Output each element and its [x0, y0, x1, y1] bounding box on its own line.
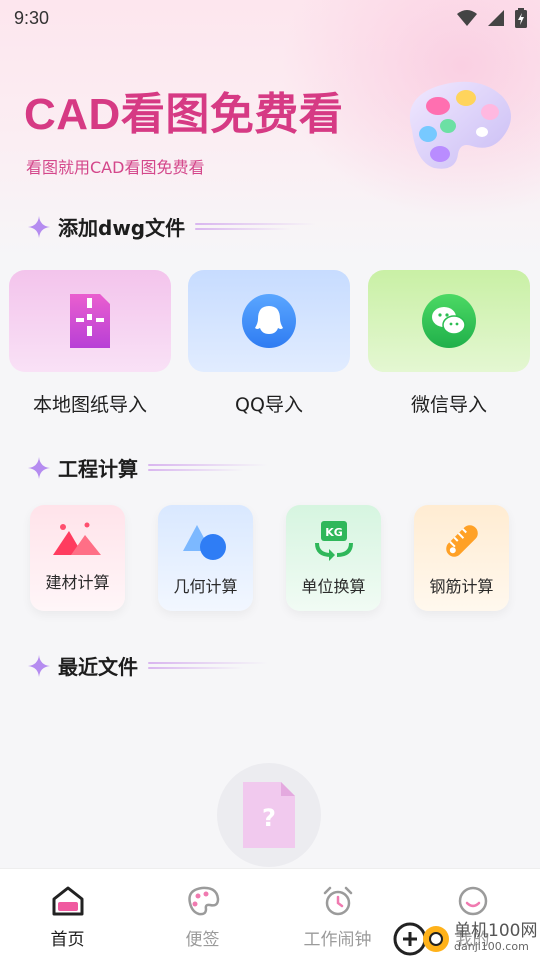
nav-alarm[interactable]: 工作闹钟 [270, 885, 405, 950]
geometry-icon [182, 525, 226, 560]
section-engineering: 工程计算 [28, 453, 268, 482]
alarm-clock-icon [323, 886, 352, 916]
app-title: CAD看图免费看 [24, 90, 344, 139]
nav-home-label: 首页 [50, 930, 85, 950]
nav-home[interactable]: 首页 [0, 885, 135, 950]
smiley-icon [458, 886, 487, 916]
calc-rebar-label: 钢筋计算 [429, 577, 494, 596]
empty-state: ? [217, 763, 321, 867]
wifi-icon [457, 10, 477, 26]
import-qq-button[interactable] [188, 270, 350, 372]
calc-geometry-button[interactable]: 几何计算 [158, 505, 253, 611]
svg-text:KG: KG [325, 526, 343, 539]
watermark-logo [393, 922, 449, 956]
local-file-icon [70, 294, 110, 348]
home-icon [52, 886, 83, 916]
status-bar: 9:30 [0, 0, 540, 36]
calc-materials-button[interactable]: 建材计算 [30, 505, 125, 611]
section-decoration [148, 461, 268, 475]
sparkle-icon [28, 654, 50, 677]
section-title-recent: 最近文件 [58, 655, 138, 679]
qq-icon [242, 294, 296, 348]
palette-illustration [409, 81, 511, 169]
signal-icon [488, 10, 504, 26]
import-local-label: 本地图纸导入 [32, 394, 147, 416]
calc-unit-label: 单位换算 [301, 577, 366, 596]
calc-rebar-button[interactable]: 钢筋计算 [414, 505, 509, 611]
unknown-file-glyph: ? [262, 804, 276, 832]
watermark-text: 单机100网 [454, 920, 538, 941]
calc-geometry-label: 几何计算 [173, 577, 238, 596]
nav-notes-label: 便签 [185, 930, 220, 950]
mountain-icon [52, 522, 101, 555]
section-decoration [195, 220, 316, 234]
watermark-url: danji100.com [454, 939, 529, 953]
section-recent: 最近文件 [28, 651, 268, 680]
calc-unit-button[interactable]: KG 单位换算 [286, 505, 381, 611]
section-decoration [148, 659, 268, 673]
import-wechat-label: 微信导入 [410, 394, 487, 416]
status-time: 9:30 [14, 7, 50, 28]
section-title-engineering: 工程计算 [58, 457, 138, 481]
kg-convert-icon: KG [314, 521, 353, 561]
unknown-file-icon: ? [243, 782, 295, 848]
ruler-icon [445, 525, 478, 557]
app-subtitle: 看图就用CAD看图免费看 [26, 158, 205, 177]
status-icons [456, 8, 528, 28]
import-local-button[interactable] [9, 270, 171, 372]
calc-materials-label: 建材计算 [45, 573, 110, 592]
nav-notes[interactable]: 便签 [135, 885, 270, 950]
nav-alarm-label: 工作闹钟 [303, 930, 372, 950]
import-qq-label: QQ导入 [235, 394, 303, 416]
palette-icon [187, 886, 219, 916]
import-wechat-button[interactable] [368, 270, 530, 372]
sparkle-icon [28, 215, 50, 238]
section-title-add-files: 添加dwg文件 [58, 216, 186, 240]
sparkle-icon [28, 456, 50, 479]
battery-icon [515, 8, 527, 28]
watermark: 单机100网 danji100.com [392, 914, 540, 960]
wechat-icon [422, 294, 476, 348]
section-add-files: 添加dwg文件 [28, 212, 316, 241]
